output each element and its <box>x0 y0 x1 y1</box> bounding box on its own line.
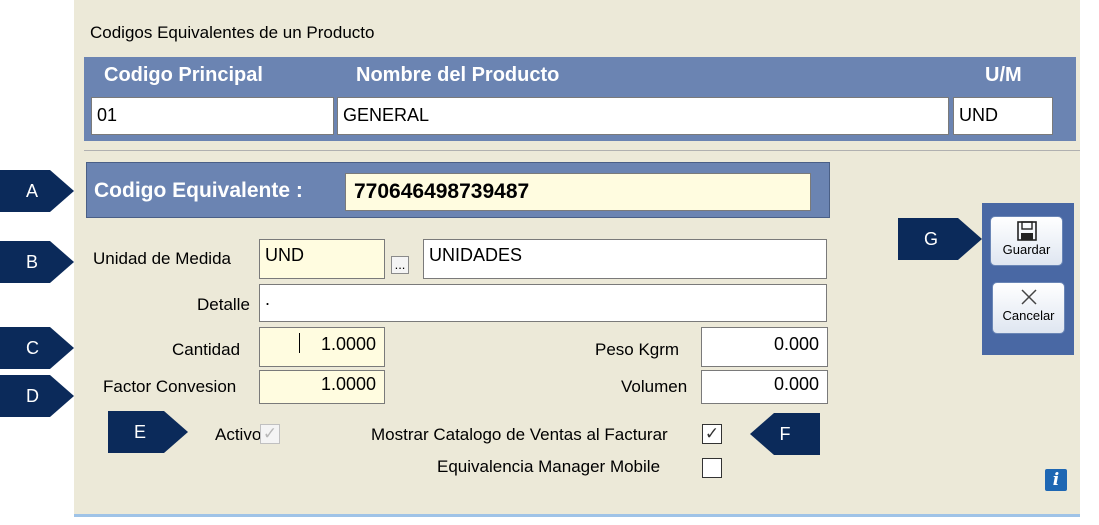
floppy-disk-icon <box>1016 221 1037 241</box>
unidad-medida-label: Unidad de Medida <box>93 249 231 268</box>
callout-d: D <box>0 375 74 417</box>
cancelar-button[interactable]: Cancelar <box>992 282 1065 334</box>
peso-label: Peso Kgrm <box>595 340 680 359</box>
info-icon[interactable]: i <box>1045 469 1067 491</box>
mostrar-catalogo-checkbox[interactable]: ✓ <box>702 424 722 444</box>
volumen-label: Volumen <box>621 377 688 396</box>
equivalencia-mobile-label: Equivalencia Manager Mobile <box>437 457 661 476</box>
volumen-input[interactable]: 0.000 <box>701 370 828 404</box>
divider <box>84 150 1080 151</box>
callout-b: B <box>0 241 74 283</box>
callout-a: A <box>0 170 74 212</box>
guardar-button[interactable]: Guardar <box>990 216 1063 266</box>
activo-label: Activo <box>215 425 262 444</box>
header-codigo-principal: Codigo Principal <box>104 64 263 86</box>
callout-c: C <box>0 327 74 369</box>
unidad-browse-button[interactable]: ... <box>391 256 409 274</box>
detalle-label: Detalle <box>197 295 250 314</box>
unidad-code-input[interactable]: UND <box>259 239 385 279</box>
header-nombre-producto: Nombre del Producto <box>356 64 560 86</box>
codigo-equivalente-label: Codigo Equivalente : <box>94 179 303 202</box>
codigo-principal-field[interactable]: 01 <box>91 97 334 135</box>
unidad-desc-field[interactable]: UNIDADES <box>423 239 827 279</box>
equivalencia-mobile-checkbox[interactable] <box>702 458 722 478</box>
factor-conversion-input[interactable]: 1.0000 <box>259 370 385 404</box>
nombre-producto-field[interactable]: GENERAL <box>337 97 949 135</box>
header-um: U/M <box>985 64 1022 86</box>
close-x-icon <box>1020 289 1037 305</box>
cantidad-input[interactable]: 1.0000 <box>259 327 385 367</box>
factor-conversion-label: Factor Convesion <box>103 377 237 396</box>
window-title: Codigos Equivalentes de un Producto <box>90 23 375 42</box>
cantidad-label: Cantidad <box>172 340 241 359</box>
um-field[interactable]: UND <box>953 97 1053 135</box>
codigo-equivalente-input[interactable]: 770646498739487 <box>345 173 811 211</box>
activo-checkbox[interactable]: ✓ <box>260 424 280 444</box>
text-cursor <box>299 333 300 353</box>
cancelar-label: Cancelar <box>1002 308 1055 323</box>
detalle-input[interactable]: . <box>259 284 827 322</box>
peso-input[interactable]: 0.000 <box>701 327 828 367</box>
mostrar-catalogo-label: Mostrar Catalogo de Ventas al Facturar <box>371 425 668 444</box>
guardar-label: Guardar <box>1002 242 1051 257</box>
